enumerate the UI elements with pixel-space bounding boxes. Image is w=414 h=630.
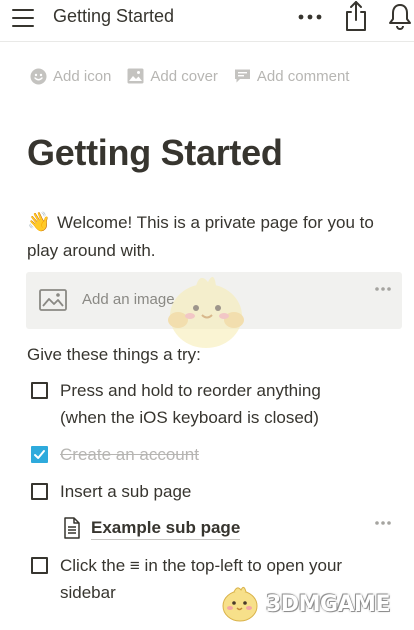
bell-icon[interactable] [388, 2, 412, 30]
menu-icon[interactable] [12, 9, 34, 27]
subpage-link[interactable]: Example sub page [63, 514, 241, 542]
top-bar: Getting Started [0, 0, 414, 42]
more-icon[interactable] [297, 8, 323, 26]
todo-text[interactable]: Press and hold to reorder anything (when… [60, 377, 321, 431]
todo-item: Insert a sub page [31, 478, 401, 506]
add-icon-label: Add icon [53, 67, 112, 85]
todo-item: Create an account [31, 441, 401, 469]
image-icon [39, 289, 67, 311]
watermark-text: 3DMGAME [266, 591, 390, 617]
todo-checkbox[interactable] [31, 557, 48, 574]
todo-text-line: (when the iOS keyboard is closed) [60, 408, 319, 427]
block-more-icon[interactable] [374, 286, 392, 292]
share-icon[interactable] [343, 0, 369, 32]
todo-text[interactable]: Insert a sub page [60, 478, 191, 505]
subpage-label: Example sub page [91, 517, 241, 540]
checkmark-icon [34, 450, 45, 459]
add-comment-button[interactable]: Add comment [234, 67, 350, 85]
waving-hand-icon: 👋 [27, 212, 51, 233]
welcome-paragraph[interactable]: 👋 Welcome! This is a private page for you… [27, 209, 397, 265]
todo-text-line: Click the ≡ in the top-left to open your [60, 556, 343, 575]
add-icon-button[interactable]: Add icon [30, 68, 111, 85]
todo-checkbox[interactable] [31, 382, 48, 399]
todo-item: Press and hold to reorder anything (when… [31, 377, 401, 433]
todo-text-line: Press and hold to reorder anything [60, 381, 321, 400]
page-title[interactable]: Getting Started [27, 132, 283, 174]
welcome-text: Welcome! This is a private page for you … [27, 213, 374, 260]
comment-icon [234, 69, 250, 83]
watermark-logo: 3DMGAME [218, 584, 390, 624]
smiley-icon [30, 68, 47, 84]
page-actions: Add icon Add cover Add comment [30, 65, 365, 87]
header-title: Getting Started [53, 6, 175, 26]
add-comment-label: Add comment [256, 67, 350, 85]
add-cover-label: Add cover [150, 67, 218, 85]
add-cover-button[interactable]: Add cover [127, 68, 218, 85]
block-more-icon[interactable] [374, 520, 392, 526]
image-icon [127, 68, 144, 84]
todo-checkbox[interactable] [31, 483, 48, 500]
todo-checkbox-checked[interactable] [31, 446, 48, 463]
watermark-mascot-icon [168, 276, 244, 348]
mascot-icon [222, 586, 258, 622]
todo-text[interactable]: Create an account [60, 441, 199, 468]
page-icon [64, 517, 80, 539]
